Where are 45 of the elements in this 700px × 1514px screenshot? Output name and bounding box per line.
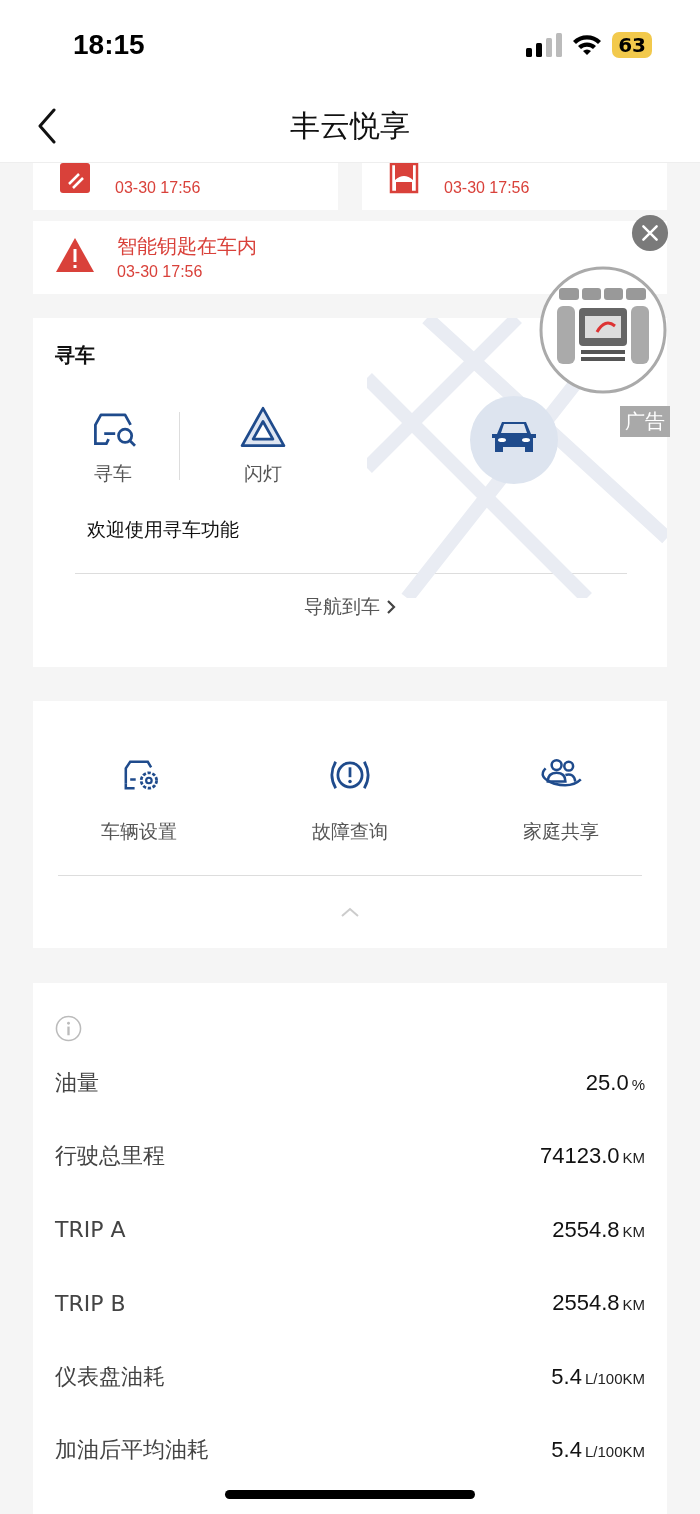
stat-unit: L/100KM: [584, 1369, 645, 1387]
stat-value: 5.4: [551, 1437, 582, 1463]
info-icon: [55, 1015, 82, 1042]
stat-label: TRIP B: [55, 1290, 126, 1316]
function-label[interactable]: 家庭共享: [523, 819, 599, 845]
wifi-icon: [572, 34, 603, 56]
hazard-triangle-icon[interactable]: [238, 405, 288, 449]
alert-title: 智能钥匙在车内: [117, 232, 257, 260]
stat-label: TRIP A: [55, 1217, 126, 1243]
alert-card[interactable]: 03-30 17:56: [362, 163, 667, 210]
navigate-link[interactable]: 导航到车: [304, 594, 396, 620]
page-title: 丰云悦享: [290, 106, 410, 145]
stat-value: 74123.0: [539, 1143, 620, 1169]
function-label[interactable]: 故障查询: [312, 819, 388, 845]
stat-label: 仪表盘油耗: [55, 1362, 165, 1391]
stat-label: 加油后平均油耗: [55, 1436, 209, 1465]
action-label[interactable]: 闪灯: [244, 461, 282, 487]
alert-time: 03-30 17:56: [115, 178, 201, 198]
section-title: 寻车: [55, 342, 96, 369]
function-label[interactable]: 车辆设置: [101, 819, 177, 845]
close-icon[interactable]: [631, 214, 669, 252]
battery-level: 63: [612, 32, 652, 58]
stat-unit: KM: [622, 1149, 645, 1167]
back-icon[interactable]: [37, 108, 57, 144]
signal-icon: [526, 33, 563, 57]
alert-card[interactable]: 03-30 17:56: [33, 163, 338, 210]
stat-value: 2554.8: [552, 1290, 620, 1316]
alert-time: 03-30 17:56: [444, 178, 530, 198]
car-icon: [470, 396, 558, 484]
stat-label: 油量: [55, 1068, 99, 1097]
ad-label: 广告: [620, 406, 670, 437]
stat-label: 行驶总里程: [55, 1142, 165, 1171]
stat-unit: KM: [622, 1222, 645, 1240]
stat-value: 5.4: [551, 1363, 582, 1389]
clock-time: 18:15: [73, 29, 145, 61]
stat-value: 25.0: [585, 1069, 629, 1095]
welcome-text: 欢迎使用寻车功能: [87, 517, 240, 542]
stat-value: 2554.8: [552, 1216, 620, 1242]
alert-time: 03-30 17:56: [117, 261, 204, 282]
chevron-right-icon: [386, 599, 396, 615]
alert-card[interactable]: 智能钥匙在车内 03-30 17:56: [33, 221, 667, 294]
stat-unit: L/100KM: [584, 1443, 645, 1461]
stat-unit: KM: [622, 1296, 645, 1314]
action-label[interactable]: 寻车: [94, 461, 132, 487]
stat-unit: %: [631, 1075, 645, 1093]
